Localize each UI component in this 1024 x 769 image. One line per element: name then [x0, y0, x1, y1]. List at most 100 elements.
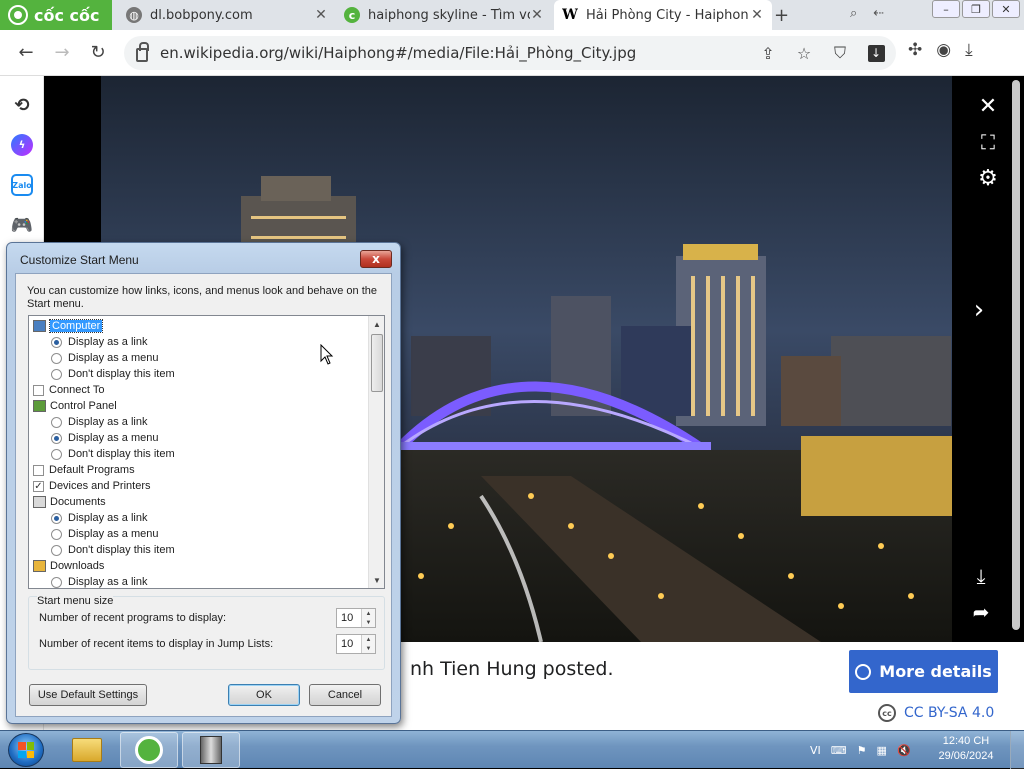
- lock-icon[interactable]: [136, 42, 149, 62]
- game-controller-icon[interactable]: 🎮: [11, 214, 33, 236]
- close-tab-icon[interactable]: ✕: [314, 7, 328, 23]
- radio-button[interactable]: [51, 336, 62, 348]
- close-tab-icon[interactable]: ✕: [750, 7, 764, 23]
- profile-icon[interactable]: ◉: [936, 40, 951, 60]
- option-header-row[interactable]: Control Panel: [33, 398, 117, 414]
- radio-button[interactable]: [51, 368, 62, 380]
- option-header-row[interactable]: Documents: [33, 494, 106, 510]
- minimize-button[interactable]: –: [932, 0, 960, 18]
- checkbox[interactable]: [33, 464, 44, 476]
- use-default-settings-button[interactable]: Use Default Settings: [29, 684, 147, 706]
- download-image-icon[interactable]: ⤓: [967, 562, 995, 590]
- recent-programs-label: Number of recent programs to display:: [39, 612, 227, 624]
- radio-button[interactable]: [51, 512, 62, 524]
- option-radio-row[interactable]: Display as a menu: [51, 526, 159, 542]
- option-radio-row[interactable]: Display as a link: [51, 574, 147, 588]
- messenger-icon[interactable]: ϟ: [11, 134, 33, 156]
- back-button[interactable]: ←: [14, 40, 38, 64]
- radio-button[interactable]: [51, 576, 62, 588]
- option-radio-row[interactable]: Don't display this item: [51, 366, 175, 382]
- tab-haiphong-search[interactable]: c haiphong skyline - Tìm vớ ✕: [336, 0, 552, 30]
- taskbar-explorer[interactable]: [58, 732, 116, 768]
- license-link[interactable]: cc CC BY-SA 4.0: [878, 704, 994, 722]
- option-header-row[interactable]: Downloads: [33, 558, 104, 574]
- address-bar[interactable]: en.wikipedia.org/wiki/Haiphong#/media/Fi…: [124, 36, 896, 70]
- shield-icon[interactable]: ⛉: [828, 36, 852, 70]
- fullscreen-icon[interactable]: ⛶: [974, 128, 1002, 156]
- checkbox[interactable]: [33, 384, 44, 396]
- ok-button[interactable]: OK: [228, 684, 300, 706]
- scroll-up-icon[interactable]: ▲: [369, 316, 384, 332]
- page-scrollbar[interactable]: [1012, 80, 1020, 630]
- option-header-row[interactable]: Computer: [33, 318, 104, 334]
- option-radio-row[interactable]: Don't display this item: [51, 446, 175, 462]
- url-text: en.wikipedia.org/wiki/Haiphong#/media/Fi…: [160, 44, 637, 62]
- option-checkbox-row[interactable]: Connect To: [33, 382, 104, 398]
- next-image-icon[interactable]: ›: [965, 295, 993, 325]
- recent-items-spinner[interactable]: 10 ▲ ▼: [336, 634, 376, 654]
- share-icon[interactable]: ⇪: [756, 36, 780, 70]
- option-radio-row[interactable]: Display as a menu: [51, 430, 159, 446]
- wikipedia-icon: W: [562, 7, 578, 23]
- search-tabs-icon[interactable]: ⌕: [850, 6, 857, 21]
- dialog-description: You can customize how links, icons, and …: [27, 285, 377, 310]
- settings-gear-icon[interactable]: ⚙: [974, 164, 1002, 192]
- option-checkbox-row[interactable]: ✓ Devices and Printers: [33, 478, 151, 494]
- scroll-down-icon[interactable]: ▼: [369, 572, 384, 588]
- more-details-button[interactable]: More details: [849, 650, 998, 693]
- action-center-flag-icon[interactable]: ⚑: [857, 744, 867, 757]
- clock[interactable]: 12:40 CH 29/06/2024: [934, 734, 998, 764]
- language-indicator[interactable]: VI: [810, 744, 821, 757]
- more-details-label: More details: [879, 662, 992, 681]
- taskbar-coccoc-browser[interactable]: [120, 732, 178, 768]
- forward-button[interactable]: →: [50, 40, 74, 64]
- recent-programs-spinner[interactable]: 10 ▲ ▼: [336, 608, 376, 628]
- spinner-arrows-icon[interactable]: ▲ ▼: [361, 609, 375, 627]
- start-button[interactable]: [8, 733, 44, 767]
- scroll-thumb[interactable]: [371, 334, 383, 392]
- option-radio-row[interactable]: Display as a link: [51, 414, 147, 430]
- tab-bobpony[interactable]: ◍ dl.bobpony.com ✕: [118, 0, 336, 30]
- share-image-icon[interactable]: ➦: [967, 598, 995, 626]
- option-radio-row[interactable]: Display as a link: [51, 334, 147, 350]
- radio-button[interactable]: [51, 448, 62, 460]
- close-window-button[interactable]: ✕: [992, 0, 1020, 18]
- volume-muted-icon[interactable]: 🔇: [897, 744, 911, 757]
- option-checkbox-row[interactable]: Default Programs: [33, 462, 135, 478]
- option-label: Devices and Printers: [49, 480, 151, 492]
- show-desktop-button[interactable]: [1010, 731, 1024, 769]
- radio-button[interactable]: [51, 416, 62, 428]
- new-tab-button[interactable]: +: [774, 5, 789, 26]
- keyboard-icon[interactable]: ⌨: [831, 744, 847, 757]
- coccoc-menu-button[interactable]: cốc cốc: [0, 0, 112, 30]
- maximize-button[interactable]: ❐: [962, 0, 990, 18]
- option-label: Downloads: [50, 560, 105, 572]
- bookmark-star-icon[interactable]: ☆: [792, 36, 816, 70]
- close-tab-icon[interactable]: ✕: [530, 7, 544, 23]
- reload-button[interactable]: ↻: [86, 40, 110, 64]
- dialog-close-button[interactable]: x: [360, 250, 392, 268]
- checkbox[interactable]: ✓: [33, 480, 44, 492]
- network-icon[interactable]: ▦: [877, 744, 887, 757]
- taskbar-system-tool[interactable]: [182, 732, 240, 768]
- cancel-button[interactable]: Cancel: [309, 684, 381, 706]
- radio-button[interactable]: [51, 432, 62, 444]
- history-icon[interactable]: ⟲: [11, 94, 33, 116]
- radio-button[interactable]: [51, 352, 62, 364]
- radio-button[interactable]: [51, 544, 62, 556]
- zalo-icon[interactable]: Zalo: [11, 174, 33, 196]
- poster-text: nh Tien Hung posted.: [410, 658, 614, 680]
- option-radio-row[interactable]: Display as a menu: [51, 350, 159, 366]
- options-scrollbar[interactable]: ▲ ▼: [368, 316, 384, 588]
- option-label: Don't display this item: [68, 544, 175, 556]
- back-arrow-icon[interactable]: ⇠: [873, 6, 884, 21]
- radio-button[interactable]: [51, 528, 62, 540]
- close-viewer-icon[interactable]: ✕: [974, 92, 1002, 120]
- spinner-arrows-icon[interactable]: ▲ ▼: [361, 635, 375, 653]
- tab-haiphong-wikipedia[interactable]: W Hải Phòng City - Haiphon ✕: [554, 0, 772, 30]
- option-radio-row[interactable]: Display as a link: [51, 510, 147, 526]
- downloads-icon[interactable]: ⤓: [965, 40, 973, 60]
- extensions-puzzle-icon[interactable]: ✣: [908, 40, 922, 60]
- download-page-icon[interactable]: ↓: [864, 36, 888, 70]
- option-radio-row[interactable]: Don't display this item: [51, 542, 175, 558]
